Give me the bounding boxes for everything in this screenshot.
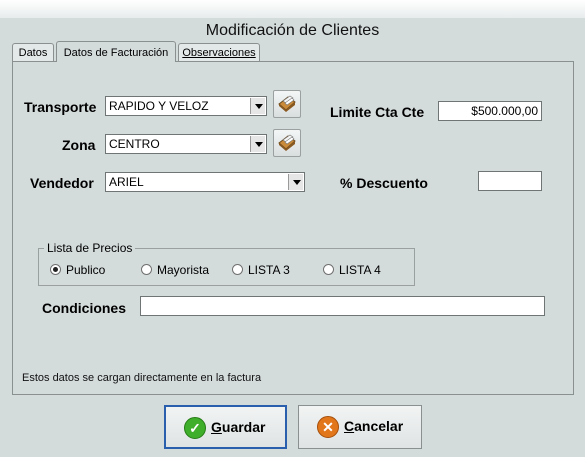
zona-value: CENTRO [109,137,160,151]
vendedor-value: ARIEL [109,175,144,189]
transporte-combo[interactable]: RAPIDO Y VELOZ [105,96,267,116]
cancelar-label: Cancelar [344,418,404,434]
transporte-value: RAPIDO Y VELOZ [109,99,209,113]
vendedor-label: Vendedor [30,175,94,191]
zona-label: Zona [62,137,96,153]
check-circle-icon: ✓ [184,417,206,439]
radio-publico-label[interactable]: Publico [66,263,105,277]
chevron-down-icon[interactable] [250,98,265,114]
chevron-down-icon[interactable] [250,136,265,152]
vendedor-combo[interactable]: ARIEL [105,172,305,192]
tab-observaciones[interactable]: Observaciones [178,43,260,61]
cancelar-button[interactable]: ✕ Cancelar [298,405,422,449]
radio-publico[interactable] [50,264,61,275]
transporte-label: Transporte [24,99,97,115]
radio-lista-4-label[interactable]: LISTA 4 [339,263,381,277]
tab-datos[interactable]: Datos [12,43,54,61]
info-note: Estos datos se cargan directamente en la… [22,372,262,384]
radio-mayorista-label[interactable]: Mayorista [157,263,209,277]
descuento-label: % Descuento [340,175,428,191]
radio-lista-3[interactable] [232,264,243,275]
x-circle-icon: ✕ [317,416,339,438]
limite-label: Limite Cta Cte [330,104,425,120]
radio-lista-4[interactable] [323,264,334,275]
zona-lookup-button[interactable] [273,129,301,157]
chevron-down-icon[interactable] [288,174,303,190]
limite-field[interactable]: $500.000,00 [438,101,542,121]
lista-precios-legend: Lista de Precios [44,241,136,255]
transporte-lookup-button[interactable] [273,90,301,118]
descuento-field[interactable] [478,171,542,191]
guardar-label: Guardar [211,419,266,435]
card-file-icon [278,95,296,112]
radio-lista-3-label[interactable]: LISTA 3 [248,263,290,277]
condiciones-label: Condiciones [42,300,127,316]
condiciones-field[interactable] [140,296,545,316]
zona-combo[interactable]: CENTRO [105,134,267,154]
tab-datos-facturacion[interactable]: Datos de Facturación [56,41,176,62]
radio-mayorista[interactable] [141,264,152,275]
window-titlebar [0,0,585,18]
card-file-icon [278,134,296,151]
window-title: Modificación de Clientes [205,22,380,39]
guardar-button[interactable]: ✓ Guardar [164,405,287,449]
